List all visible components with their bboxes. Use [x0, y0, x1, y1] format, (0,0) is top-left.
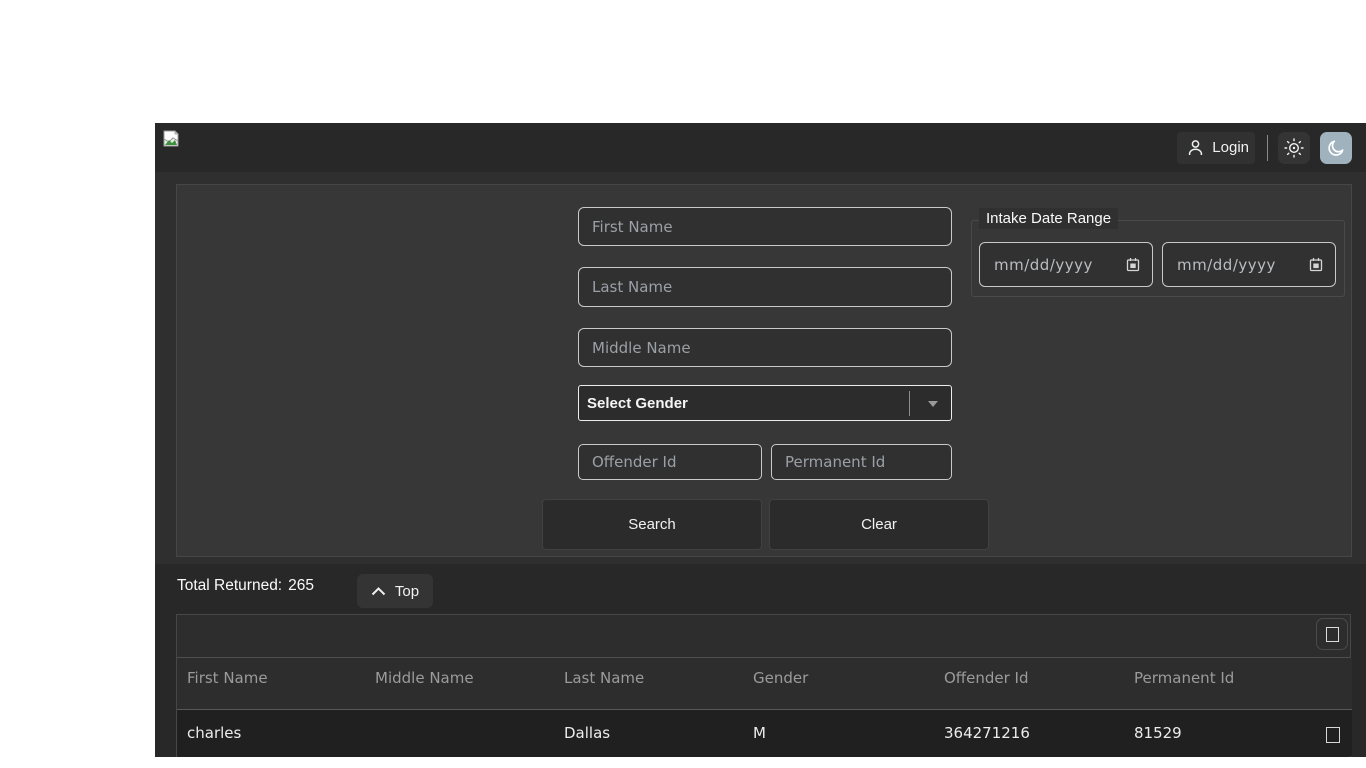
col-last-name: Last Name: [554, 658, 743, 709]
results-table-container: First Name Middle Name Last Name Gender …: [176, 614, 1351, 757]
broken-image-icon: [162, 129, 182, 149]
chevron-up-icon: [371, 587, 386, 596]
cell-offender-id: 364271216: [934, 709, 1124, 756]
calendar-icon: [1309, 257, 1323, 272]
first-name-input[interactable]: [578, 207, 952, 246]
light-mode-button[interactable]: [1278, 132, 1310, 164]
gender-select[interactable]: Select Gender: [578, 385, 952, 421]
table-header-row: First Name Middle Name Last Name Gender …: [177, 658, 1352, 709]
search-button[interactable]: Search: [542, 499, 762, 550]
intake-date-range-fieldset: Intake Date Range mm/dd/yyyy mm/dd/yyyy: [971, 220, 1345, 297]
col-first-name: First Name: [177, 658, 365, 709]
clear-button[interactable]: Clear: [769, 499, 989, 550]
col-middle-name: Middle Name: [365, 658, 554, 709]
row-select-checkbox[interactable]: [1326, 727, 1340, 743]
offender-id-input[interactable]: [578, 444, 762, 480]
cell-first-name: charles: [177, 709, 365, 756]
top-right-cluster: Login: [1177, 123, 1352, 172]
col-gender: Gender: [743, 658, 934, 709]
app-window: Login: [155, 123, 1366, 757]
permanent-id-input[interactable]: [771, 444, 952, 480]
divider: [1267, 135, 1268, 161]
search-panel: Select Gender Search Clear Intake Date R…: [176, 184, 1352, 557]
cell-gender: M: [743, 709, 934, 756]
login-label: Login: [1212, 139, 1249, 156]
moon-icon: [1326, 138, 1346, 158]
intake-date-from-input[interactable]: mm/dd/yyyy: [979, 242, 1153, 287]
intake-date-range-legend: Intake Date Range: [979, 208, 1118, 229]
date-to-placeholder: mm/dd/yyyy: [1177, 256, 1309, 274]
total-returned: Total Returned: 265: [177, 577, 314, 595]
gender-select-value: Select Gender: [587, 395, 688, 412]
total-returned-label: Total Returned:: [177, 577, 282, 594]
login-button[interactable]: Login: [1177, 132, 1255, 164]
table-row[interactable]: charles Dallas M 364271216 81529: [177, 709, 1352, 756]
cell-last-name: Dallas: [554, 709, 743, 756]
scroll-top-label: Top: [395, 583, 419, 600]
scroll-top-button[interactable]: Top: [357, 574, 433, 608]
top-bar: Login: [155, 123, 1366, 172]
last-name-input[interactable]: [578, 267, 952, 307]
results-section: Total Returned: 265 Top: [155, 564, 1366, 757]
intake-date-to-input[interactable]: mm/dd/yyyy: [1162, 242, 1336, 287]
col-actions: [1316, 658, 1352, 709]
calendar-icon: [1126, 257, 1140, 272]
user-icon: [1187, 139, 1204, 157]
dark-mode-button[interactable]: [1320, 132, 1352, 164]
date-from-placeholder: mm/dd/yyyy: [994, 256, 1126, 274]
col-offender-id: Offender Id: [934, 658, 1124, 709]
select-divider: [909, 391, 910, 416]
total-returned-value: 265: [288, 577, 314, 594]
middle-name-input[interactable]: [578, 328, 952, 367]
cell-permanent-id: 81529: [1124, 709, 1316, 756]
search-section: Select Gender Search Clear Intake Date R…: [155, 172, 1366, 564]
cell-middle-name: [365, 709, 554, 756]
chevron-down-icon: [928, 401, 938, 407]
square-icon: [1326, 627, 1339, 642]
results-toolbar: [177, 615, 1350, 658]
cell-select: [1316, 709, 1352, 756]
results-table: First Name Middle Name Last Name Gender …: [177, 658, 1352, 756]
select-all-button[interactable]: [1316, 618, 1348, 650]
sun-icon: [1283, 137, 1305, 159]
col-permanent-id: Permanent Id: [1124, 658, 1316, 709]
